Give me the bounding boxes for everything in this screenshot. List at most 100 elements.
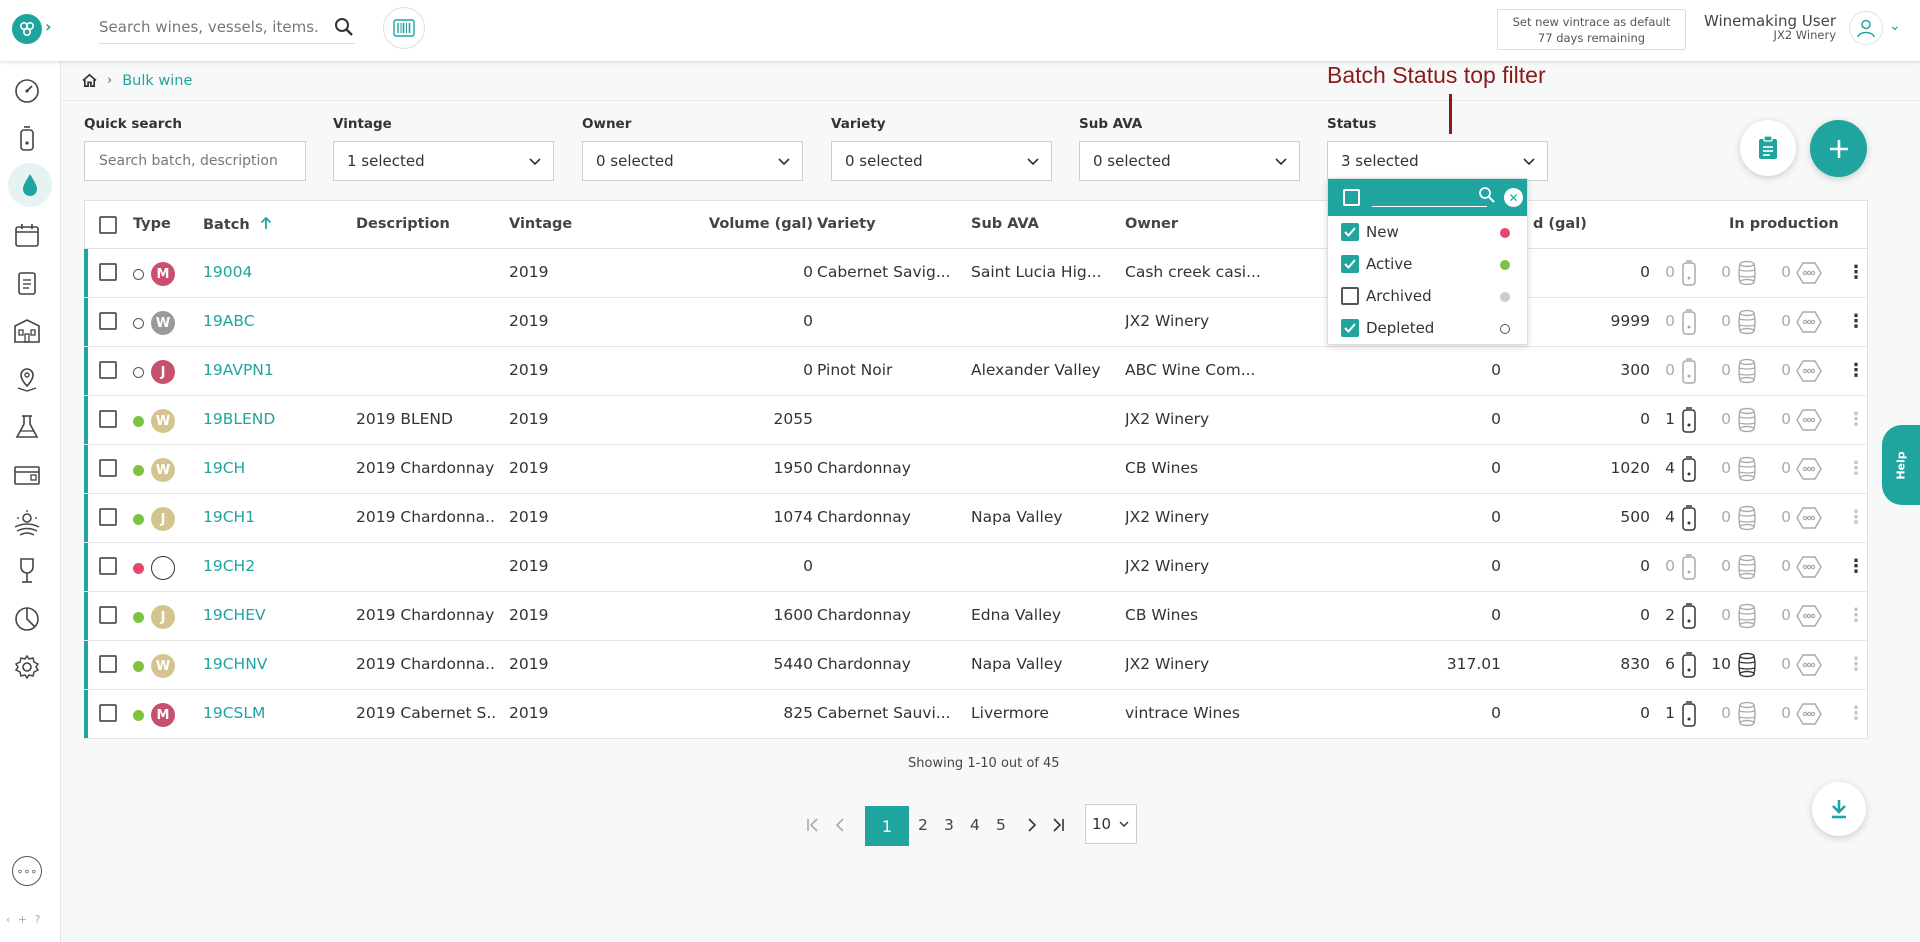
reports-pie-icon[interactable] [13,605,41,633]
wine-glass-icon[interactable] [13,557,41,585]
page-button-3[interactable]: 3 [944,816,954,834]
batch-link[interactable]: 19AVPN1 [203,361,274,379]
table-row[interactable]: J 19CH1 2019 Chardonna... 2019 1074 Chardonna… [84,494,1867,543]
row-checkbox[interactable] [99,312,117,330]
add-batch-button[interactable] [1810,120,1867,177]
row-menu-icon[interactable]: ⋮ [1847,310,1865,334]
batch-link[interactable]: 19CHNV [203,655,267,673]
tank-icon[interactable] [1681,652,1697,683]
tank-icon[interactable] [1681,456,1697,487]
other-vessel-icon[interactable] [1795,407,1823,437]
table-row[interactable]: 19CH2 2019 0 JX2 Winery 0 0 0 0 0 ⋮ [84,543,1867,592]
stock-icon[interactable] [13,461,41,489]
table-row[interactable]: J 19AVPN1 2019 0 Pinot Noir Alexander Valley A… [84,347,1867,396]
tank-icon[interactable] [1681,309,1697,340]
row-checkbox[interactable] [99,459,117,477]
tank-icon[interactable] [1681,260,1697,291]
winery-building-icon[interactable] [13,317,41,345]
menu-chevron-icon[interactable]: › [45,17,52,36]
clear-search-icon[interactable]: ✕ [1504,188,1523,207]
table-row[interactable]: W 19CHNV 2019 Chardonna... 2019 5440 Chardonn… [84,641,1867,690]
dashboard-icon[interactable] [13,77,41,105]
batch-link[interactable]: 19CH2 [203,557,255,575]
header-partial-gal[interactable]: d (gal) [1533,216,1587,232]
header-type[interactable]: Type [133,216,171,232]
sub-ava-select[interactable]: 0 selected [1079,141,1300,181]
global-search-input[interactable] [99,14,319,40]
page-button-5[interactable]: 5 [996,816,1006,834]
settings-gear-icon[interactable] [13,653,41,681]
row-menu-icon[interactable]: ⋮ [1847,555,1865,579]
row-checkbox[interactable] [99,361,117,379]
vessel-icon[interactable] [13,125,41,153]
row-checkbox[interactable] [99,508,117,526]
tank-icon[interactable] [1681,603,1697,634]
barrel-icon[interactable] [1737,701,1757,731]
vineyard-icon[interactable] [13,509,41,537]
home-icon[interactable] [82,73,97,88]
row-checkbox[interactable] [99,606,117,624]
other-vessel-icon[interactable] [1795,505,1823,535]
last-page-icon[interactable] [1050,817,1066,833]
row-checkbox[interactable] [99,655,117,673]
page-button-2[interactable]: 2 [918,816,928,834]
row-checkbox[interactable] [99,410,117,428]
work-orders-icon[interactable] [13,269,41,297]
other-vessel-icon[interactable] [1795,358,1823,388]
barrel-icon[interactable] [1737,603,1757,633]
batch-link[interactable]: 19ABC [203,312,255,330]
batch-link[interactable]: 19CH [203,459,245,477]
search-icon[interactable] [333,16,355,38]
location-icon[interactable] [13,365,41,393]
batch-link[interactable]: 19CSLM [203,704,265,722]
page-size-select[interactable]: 10 [1085,804,1137,844]
breadcrumb-current[interactable]: Bulk wine [122,73,192,89]
status-select[interactable]: 3 selected [1327,141,1548,181]
header-volume[interactable]: Volume (gal) [685,216,813,232]
lab-flask-icon[interactable] [13,413,41,441]
status-search-input[interactable] [1372,185,1487,207]
other-vessel-icon[interactable] [1795,701,1823,731]
row-menu-icon[interactable]: ⋮ [1847,653,1865,677]
status-option[interactable]: New [1328,217,1527,249]
vintage-select[interactable]: 1 selected [333,141,554,181]
tank-icon[interactable] [1681,554,1697,585]
status-option-checkbox[interactable] [1341,255,1359,273]
other-vessel-icon[interactable] [1795,652,1823,682]
row-checkbox[interactable] [99,557,117,575]
user-menu-chevron-icon[interactable]: ⌄ [1889,18,1901,34]
sidebar-footer-icons[interactable]: ‹ + ? [6,913,42,926]
other-vessel-icon[interactable] [1795,554,1823,584]
page-button-4[interactable]: 4 [970,816,980,834]
other-vessel-icon[interactable] [1795,456,1823,486]
barrel-icon[interactable] [1737,260,1757,290]
barrel-icon[interactable] [1737,505,1757,535]
variety-select[interactable]: 0 selected [831,141,1052,181]
row-menu-icon[interactable]: ⋮ [1847,506,1865,530]
status-option[interactable]: Active [1328,249,1527,281]
first-page-icon[interactable] [805,817,821,833]
tank-icon[interactable] [1681,701,1697,732]
batch-link[interactable]: 19CH1 [203,508,255,526]
help-tab[interactable]: Help [1882,425,1920,505]
bulk-wine-nav[interactable] [8,163,52,207]
batch-link[interactable]: 19004 [203,263,252,281]
app-logo[interactable] [12,14,42,44]
row-menu-icon[interactable]: ⋮ [1847,604,1865,628]
row-checkbox[interactable] [99,263,117,281]
row-menu-icon[interactable]: ⋮ [1847,359,1865,383]
select-all-checkbox[interactable] [99,216,117,234]
header-sub-ava[interactable]: Sub AVA [971,216,1039,232]
barrel-icon[interactable] [1737,358,1757,388]
barrel-icon[interactable] [1737,456,1757,486]
header-owner[interactable]: Owner [1125,216,1178,232]
tank-icon[interactable] [1681,358,1697,389]
tank-icon[interactable] [1681,407,1697,438]
batch-link[interactable]: 19BLEND [203,410,275,428]
row-menu-icon[interactable]: ⋮ [1847,408,1865,432]
other-vessel-icon[interactable] [1795,603,1823,633]
batch-link[interactable]: 19CHEV [203,606,266,624]
quick-search-input[interactable] [84,141,306,181]
more-options-icon[interactable]: ∘∘∘ [12,856,42,886]
other-vessel-icon[interactable] [1795,260,1823,290]
